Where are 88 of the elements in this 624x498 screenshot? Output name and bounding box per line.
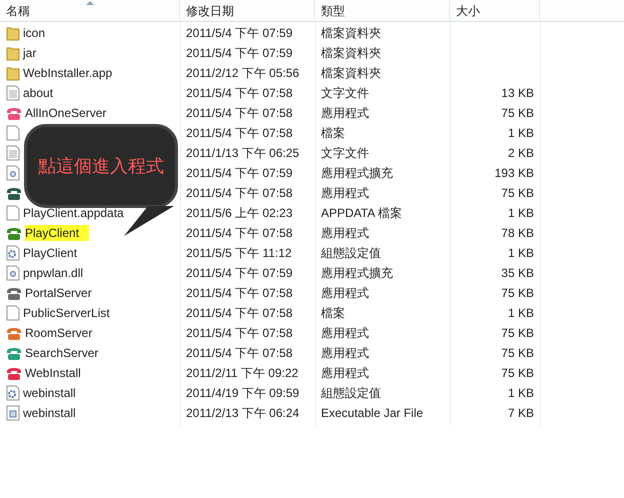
size-cell-text: 75 KB (501, 345, 534, 362)
text-file-icon (6, 145, 20, 161)
date-cell-text: 2011/1/13 下午 06:25 (186, 145, 300, 162)
size-cell-text: 193 KB (494, 165, 534, 182)
size-cell-text: 35 KB (501, 265, 534, 282)
type-cell-text: 組態設定值 (321, 245, 381, 262)
file-name[interactable]: PlayClient.appdata (23, 205, 134, 221)
file-name[interactable]: icon (23, 25, 56, 41)
date-cell-text: 2011/5/4 下午 07:58 (186, 105, 293, 122)
file-name[interactable]: WebInstall (25, 365, 91, 381)
file-name[interactable]: PortalServer (25, 285, 102, 301)
type-cell-text: 應用程式 (321, 225, 369, 242)
file-name[interactable]: pnpwlan.dll (23, 265, 94, 281)
column-header[interactable]: 大小 (450, 0, 540, 21)
type-cell-text: 文字文件 (321, 145, 369, 162)
date-cell-text: 2011/5/4 下午 07:58 (186, 305, 293, 322)
type-cell-text: 應用程式擴充 (321, 165, 393, 182)
date-cell-text: 2011/5/4 下午 07:59 (186, 265, 293, 282)
date-cell-text: 2011/2/12 下午 05:56 (186, 65, 300, 82)
date-cell-text: 2011/2/11 下午 09:22 (186, 365, 298, 382)
jar-file-icon (6, 405, 20, 421)
size-cell-text: 1 KB (508, 245, 534, 262)
size-cell-text: 7 KB (508, 405, 534, 422)
size-cell-text: 75 KB (501, 105, 534, 122)
file-name[interactable]: about (23, 85, 64, 101)
size-cell-text: 75 KB (501, 365, 534, 382)
folder-icon (6, 25, 20, 41)
column-header[interactable]: 修改日期 (180, 0, 315, 21)
type-cell-text: 應用程式 (321, 325, 369, 342)
size-cell-text: 2 KB (508, 145, 534, 162)
type-cell-text: 檔案資料夾 (321, 65, 381, 82)
type-cell-text: 檔案資料夾 (321, 45, 381, 62)
type-cell-text: 應用程式 (321, 365, 369, 382)
type-cell-text: APPDATA 檔案 (321, 205, 402, 222)
file-name[interactable]: webinstall (23, 405, 86, 421)
date-cell-text: 2011/5/4 下午 07:59 (186, 25, 293, 42)
date-cell-text: 2011/5/4 下午 07:58 (186, 345, 293, 362)
size-cell-text: 1 KB (508, 205, 534, 222)
date-cell-text: 2011/5/4 下午 07:58 (186, 325, 293, 342)
file-name[interactable]: jar (23, 45, 46, 61)
date-cell-text: 2011/2/13 下午 06:24 (186, 405, 300, 422)
file-name[interactable]: AllInOneServer (25, 105, 116, 121)
file-name[interactable]: PlayClient (25, 225, 90, 241)
type-cell-text: 檔案 (321, 125, 345, 142)
size-cell-text: 1 KB (508, 305, 534, 322)
date-cell-text: 2011/5/5 下午 11:12 (186, 245, 292, 262)
date-cell-text: 2011/5/4 下午 07:58 (186, 285, 293, 302)
text-file-icon (6, 85, 20, 101)
column-header[interactable]: 名稱 (0, 0, 180, 21)
size-cell-text: 1 KB (508, 385, 534, 402)
size-cell-text: 75 KB (501, 285, 534, 302)
type-cell-text: 應用程式 (321, 345, 369, 362)
file-icon (6, 305, 20, 321)
size-cell-text: 75 KB (501, 185, 534, 202)
date-cell-text: 2011/5/4 下午 07:59 (186, 45, 293, 62)
type-cell-text: 組態設定值 (321, 385, 381, 402)
date-cell-text: 2011/5/4 下午 07:59 (186, 165, 293, 182)
file-name[interactable]: WebInstaller.app (23, 65, 122, 81)
date-cell-text: 2011/5/4 下午 07:58 (186, 85, 293, 102)
file-name[interactable]: PublicServerList (23, 305, 120, 321)
file-name[interactable]: webinstall (23, 385, 86, 401)
type-cell-text: 文字文件 (321, 85, 369, 102)
callout-text: 點這個進入程式 (38, 154, 164, 178)
folder-icon (6, 45, 20, 61)
size-cell-text: 75 KB (501, 325, 534, 342)
column-header[interactable]: 類型 (315, 0, 450, 21)
size-cell-text: 78 KB (501, 225, 534, 242)
date-cell-text: 2011/4/19 下午 09:59 (186, 385, 300, 402)
type-cell-text: 應用程式 (321, 285, 369, 302)
size-cell-text: 1 KB (508, 125, 534, 142)
sort-arrow-icon (86, 1, 94, 5)
file-name[interactable]: SearchServer (25, 345, 108, 361)
date-cell-text: 2011/5/6 上午 02:23 (186, 205, 293, 222)
file-name[interactable]: RoomServer (25, 325, 102, 341)
file-icon (6, 125, 20, 141)
type-cell-text: 檔案 (321, 305, 345, 322)
type-cell-text: 檔案資料夾 (321, 25, 381, 42)
date-cell-text: 2011/5/4 下午 07:58 (186, 225, 293, 242)
type-cell-text: Executable Jar File (321, 405, 424, 422)
file-name[interactable]: PlayClient (23, 245, 88, 261)
folder-icon (6, 65, 20, 81)
size-cell-text: 13 KB (501, 85, 534, 102)
date-cell-text: 2011/5/4 下午 07:58 (186, 125, 293, 142)
type-cell-text: 應用程式 (321, 105, 369, 122)
type-cell-text: 應用程式 (321, 185, 369, 202)
date-cell-text: 2011/5/4 下午 07:58 (186, 185, 293, 202)
file-icon (6, 205, 20, 221)
type-cell-text: 應用程式擴充 (321, 265, 393, 282)
